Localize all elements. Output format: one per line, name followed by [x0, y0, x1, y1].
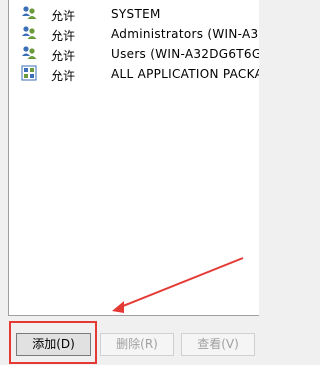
entry-type: 允许: [51, 49, 76, 63]
entry-type: 允许: [51, 29, 76, 43]
users-group-icon: [21, 5, 37, 21]
entry-principal: Users (WIN-A32DG6T6GPC\Users): [111, 47, 259, 61]
entry-principal: ALL APPLICATION PACKAGES: [111, 67, 259, 81]
list-item[interactable]: 允许 Users (WIN-A32DG6T6GPC\Users): [21, 44, 259, 64]
entry-principal: SYSTEM: [111, 7, 161, 21]
list-item[interactable]: 允许 ALL APPLICATION PACKAGES: [21, 64, 259, 84]
remove-button[interactable]: 删除(R): [100, 333, 174, 356]
view-button[interactable]: 查看(V): [181, 333, 255, 356]
entry-principal: Administrators (WIN-A32DG6T6GPC\Administ…: [111, 27, 259, 41]
list-item[interactable]: 允许 SYSTEM: [21, 4, 259, 24]
users-group-icon: [21, 45, 37, 61]
permission-entries-list[interactable]: 允许 SYSTEM 允许 Administrators (WIN-A32DG6T…: [8, 0, 259, 316]
add-button[interactable]: 添加(D): [16, 333, 91, 356]
list-item[interactable]: 允许 Administrators (WIN-A32DG6T6GPC\Admin…: [21, 24, 259, 44]
app-package-icon: [21, 65, 37, 81]
permissions-dialog: 允许 SYSTEM 允许 Administrators (WIN-A32DG6T…: [0, 0, 259, 365]
entry-type: 允许: [51, 69, 76, 83]
users-group-icon: [21, 25, 37, 41]
entry-type: 允许: [51, 9, 76, 23]
